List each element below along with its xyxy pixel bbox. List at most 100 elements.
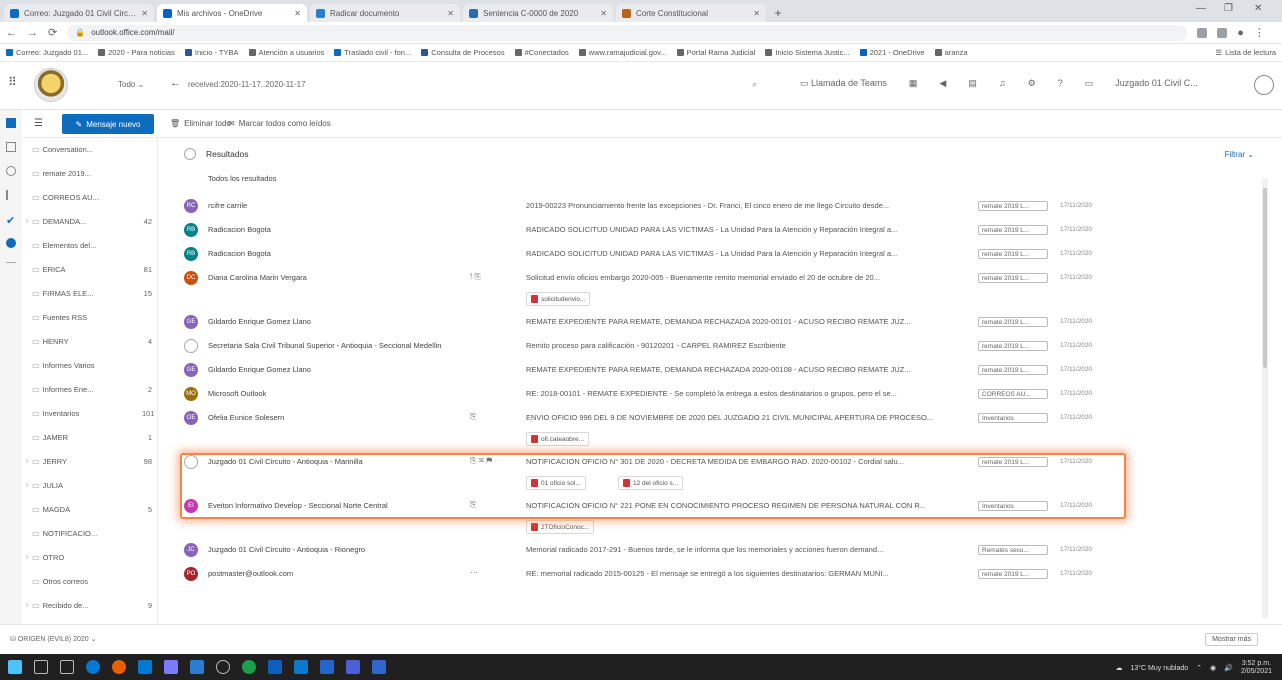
folder-chip[interactable]: remate 2019 L... xyxy=(978,225,1048,235)
close-window-icon[interactable]: ✕ xyxy=(1254,3,1262,14)
message-row[interactable]: DC Diana Carolina Marin Vergara ! ⎘ Solicit… xyxy=(160,268,1268,312)
notes-icon[interactable]: ▤ xyxy=(968,78,977,89)
bookmark-item[interactable]: Traslado civil - fon... xyxy=(334,48,411,57)
folder-item[interactable]: ▭ remate 2019... xyxy=(22,164,157,182)
folder-chip[interactable]: remate 2019 L... xyxy=(978,317,1048,327)
folder-item[interactable]: ▭ Elementos del... xyxy=(22,236,157,254)
feedback-icon[interactable]: ▭ xyxy=(1085,78,1094,89)
chevron-right-icon[interactable]: › xyxy=(22,482,32,489)
whatsapp-icon[interactable] xyxy=(242,660,256,674)
message-row[interactable]: GE Gildardo Enrique Gomez Llano REMATE EXP… xyxy=(160,360,1268,384)
folder-item[interactable]: ▭ CORREOS AU... xyxy=(22,188,157,206)
bookmark-item[interactable]: www.ramajudicial.gov... xyxy=(578,48,667,57)
tab-close-icon[interactable]: ✕ xyxy=(447,9,454,18)
reading-list-button[interactable]: ☰ Lista de lectura xyxy=(1215,48,1276,57)
message-row[interactable]: MO Microsoft Outlook RE: 2018-00101 - REMA… xyxy=(160,384,1268,408)
bookmark-item[interactable]: Portal Rama Judicial xyxy=(676,48,755,57)
folder-item[interactable]: ▭ Otros correos xyxy=(22,572,157,590)
url-bar[interactable]: 🔒 outlook.office.com/mail/ xyxy=(67,24,1188,41)
bookmark-item[interactable]: Atención a usuarios xyxy=(248,48,324,57)
ringer-icon[interactable]: ◀ xyxy=(939,78,946,89)
back-icon[interactable]: ← xyxy=(6,27,17,39)
bookmark-item[interactable]: 2020 - Para noticias xyxy=(98,48,175,57)
folder-chip[interactable]: remate 2019 L... xyxy=(978,273,1048,283)
volume-icon[interactable]: 🔊 xyxy=(1224,664,1233,672)
folder-chip[interactable]: Inventarios xyxy=(978,413,1048,423)
attachment-chip[interactable]: 01 oficio sol... xyxy=(526,476,586,490)
profile-avatar[interactable] xyxy=(1254,75,1274,95)
folder-item[interactable]: ▭ Inventarios 101 xyxy=(22,404,157,422)
folder-item[interactable]: ▭ Conversation... xyxy=(22,140,157,158)
bookmark-item[interactable]: Inicio - TYBA xyxy=(184,48,239,57)
tab-close-icon[interactable]: ✕ xyxy=(600,9,607,18)
folder-item[interactable]: › ▭ Recibido de... 9 xyxy=(22,596,157,614)
search-scope-dropdown[interactable]: Todo ⌄ xyxy=(118,80,144,89)
chevron-right-icon[interactable]: › xyxy=(22,602,32,609)
gear-icon[interactable]: ⚙ xyxy=(1028,78,1036,89)
row-action-icons[interactable]: ⋯ xyxy=(470,568,478,577)
profile-icon[interactable]: ● xyxy=(1237,27,1244,39)
folder-item[interactable]: ▭ JAMER 1 xyxy=(22,428,157,446)
task-view-icon[interactable] xyxy=(60,660,74,674)
teams-chat-icon[interactable] xyxy=(346,660,360,674)
people-icon[interactable] xyxy=(6,166,16,176)
folder-item[interactable]: › ▭ JULIA xyxy=(22,476,157,494)
network-icon[interactable]: ◉ xyxy=(1210,664,1216,672)
app-launcher-icon[interactable]: ⠿ xyxy=(8,75,17,89)
filter-button[interactable]: Filtrar ⌄ xyxy=(1225,150,1254,159)
message-row[interactable]: RB Radicacion Bogota RADICADO SOLICITUD UN… xyxy=(160,244,1268,268)
attachment-chip[interactable]: 12 del oficio s... xyxy=(618,476,684,490)
folder-item[interactable]: ▭ ERICA 81 xyxy=(22,260,157,278)
reload-icon[interactable]: ⟳ xyxy=(48,26,57,39)
browser-tab[interactable]: Correo: Juzgado 01 Civil Circuito - A ✕ xyxy=(4,4,154,22)
search-back-icon[interactable]: ← xyxy=(170,77,181,89)
weather-icon[interactable]: ☁ xyxy=(1115,664,1122,672)
search-icon[interactable] xyxy=(34,660,48,674)
hamburger-icon[interactable]: ☰ xyxy=(34,118,43,129)
mail-icon[interactable] xyxy=(6,118,16,128)
store-icon[interactable] xyxy=(320,660,334,674)
forward-icon[interactable]: → xyxy=(27,27,38,39)
account-name[interactable]: Juzgado 01 Civil C... xyxy=(1115,78,1198,89)
attach-icon[interactable] xyxy=(6,190,16,200)
browser-tab[interactable]: Corte Constitucional ✕ xyxy=(616,4,766,22)
bookmark-item[interactable]: 2021 - OneDrive xyxy=(859,48,925,57)
message-row[interactable]: RB Radicacion Bogota RADICADO SOLICITUD UN… xyxy=(160,220,1268,244)
row-action-icons[interactable]: ⎘ xyxy=(470,500,476,510)
folder-chip[interactable]: remate 2019 L... xyxy=(978,201,1048,211)
message-row[interactable]: Secretaria Sala Civil Tribunal Superior … xyxy=(160,336,1268,360)
message-row[interactable]: EI Eveiton Informativo Develop - Secciona… xyxy=(160,496,1268,540)
calendar-icon[interactable] xyxy=(6,142,16,152)
message-row[interactable]: Juzgado 01 Civil Circuito - Antioquia - … xyxy=(160,452,1268,496)
folder-item[interactable]: › ▭ DEMANDA... 42 xyxy=(22,212,157,230)
folder-chip[interactable]: remate 2019 L... xyxy=(978,341,1048,351)
calendar-icon[interactable]: ▦ xyxy=(909,78,918,89)
folder-item[interactable]: ▭ Fuentes RSS xyxy=(22,308,157,326)
select-checkbox[interactable] xyxy=(184,455,198,469)
extension-icon[interactable] xyxy=(1217,27,1228,38)
scrollbar-thumb[interactable] xyxy=(1263,188,1267,368)
attachment-chip[interactable]: solicitudenvio... xyxy=(526,292,591,306)
folder-chip[interactable]: remate 2019 L... xyxy=(978,249,1048,259)
bell-icon[interactable]: ♫ xyxy=(999,78,1006,89)
folder-item[interactable]: ▭ NOTIFICACIO... xyxy=(22,524,157,542)
app-icon[interactable] xyxy=(372,660,386,674)
message-row[interactable]: RC rcifre carrile 2019-00223 Pronunciamien… xyxy=(160,196,1268,220)
teams-call-button[interactable]: ▭ Llamada de Teams xyxy=(800,78,887,89)
folder-chip[interactable]: remate 2019 L... xyxy=(978,457,1048,467)
row-action-icons[interactable]: ⎘ xyxy=(470,412,476,422)
bookmark-item[interactable]: Inicio Sistema Justic... xyxy=(765,48,850,57)
search-input[interactable]: received:2020-11-17..2020-11-17 xyxy=(188,80,306,89)
weather-text[interactable]: 13°C Muy nublado xyxy=(1130,665,1188,672)
help-icon[interactable]: ? xyxy=(1058,78,1063,89)
message-row[interactable]: OE Ofelia Eunice Solesern ⎘ ENVIO OFICIO 99… xyxy=(160,408,1268,452)
teams-app-icon[interactable] xyxy=(164,660,178,674)
chevron-right-icon[interactable]: › xyxy=(22,554,32,561)
folder-item[interactable]: ▭ Informes Ene... 2 xyxy=(22,380,157,398)
tab-close-icon[interactable]: ✕ xyxy=(294,9,301,18)
row-action-icons[interactable]: ! ⎘ xyxy=(470,272,481,282)
message-row[interactable]: GE Gildardo Enrique Gomez Llano REMATE EXP… xyxy=(160,312,1268,336)
folder-chip[interactable]: remate 2019 L... xyxy=(978,365,1048,375)
folder-item[interactable]: ▭ MAGDA 5 xyxy=(22,500,157,518)
teams-icon[interactable] xyxy=(6,238,16,248)
